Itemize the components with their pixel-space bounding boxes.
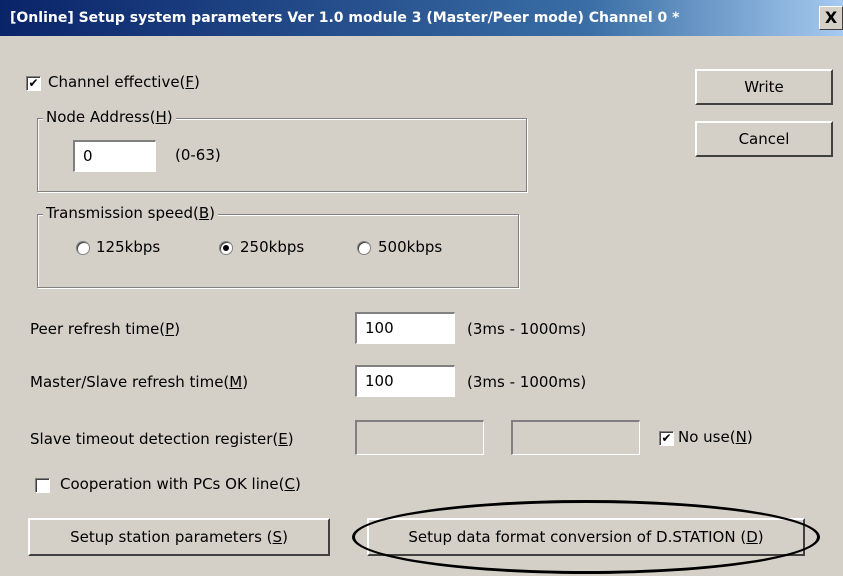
- setup-dstation-format-button[interactable]: Setup data format conversion of D.STATIO…: [367, 518, 805, 556]
- radio-selected-dot: [223, 245, 229, 251]
- transmission-speed-legend: Transmission speed(B): [43, 204, 218, 222]
- speed-500-label: 500kbps: [378, 238, 443, 256]
- window-title: [Online] Setup system parameters Ver 1.0…: [10, 10, 680, 26]
- ms-refresh-label: Master/Slave refresh time(M): [30, 373, 249, 391]
- speed-250-label: 250kbps: [240, 238, 305, 256]
- no-use-checkbox[interactable]: ✔: [659, 431, 674, 446]
- title-bar: [Online] Setup system parameters Ver 1.0…: [0, 0, 843, 36]
- slave-timeout-input-2[interactable]: [511, 420, 640, 455]
- speed-500-radio[interactable]: [357, 241, 371, 255]
- ms-refresh-input[interactable]: 100: [355, 365, 455, 397]
- speed-125-radio[interactable]: [76, 241, 90, 255]
- channel-effective-checkbox[interactable]: ✔: [26, 76, 41, 91]
- setup-station-parameters-button[interactable]: Setup station parameters (S): [28, 518, 330, 556]
- peer-refresh-label: Peer refresh time(P): [30, 320, 181, 338]
- speed-125-label: 125kbps: [96, 238, 161, 256]
- write-button[interactable]: Write: [695, 69, 833, 105]
- node-address-legend: Node Address(H): [43, 108, 176, 126]
- peer-refresh-range: (3ms - 1000ms): [467, 320, 587, 338]
- channel-effective-label: Channel effective(F): [48, 73, 200, 91]
- check-icon: ✔: [28, 76, 39, 90]
- cancel-button[interactable]: Cancel: [695, 121, 833, 157]
- speed-250-radio[interactable]: [219, 241, 233, 255]
- peer-refresh-input[interactable]: 100: [355, 312, 455, 344]
- slave-timeout-input-1[interactable]: [355, 420, 484, 455]
- slave-timeout-label: Slave timeout detection register(E): [30, 430, 294, 448]
- node-address-range: (0-63): [175, 146, 221, 164]
- check-icon: ✔: [661, 431, 672, 445]
- cooperation-label: Cooperation with PCs OK line(C): [60, 475, 301, 493]
- cooperation-checkbox[interactable]: [35, 478, 50, 493]
- ms-refresh-range: (3ms - 1000ms): [467, 373, 587, 391]
- node-address-input[interactable]: 0: [73, 140, 156, 172]
- close-button[interactable]: X: [819, 6, 843, 30]
- no-use-label: No use(N): [678, 428, 753, 446]
